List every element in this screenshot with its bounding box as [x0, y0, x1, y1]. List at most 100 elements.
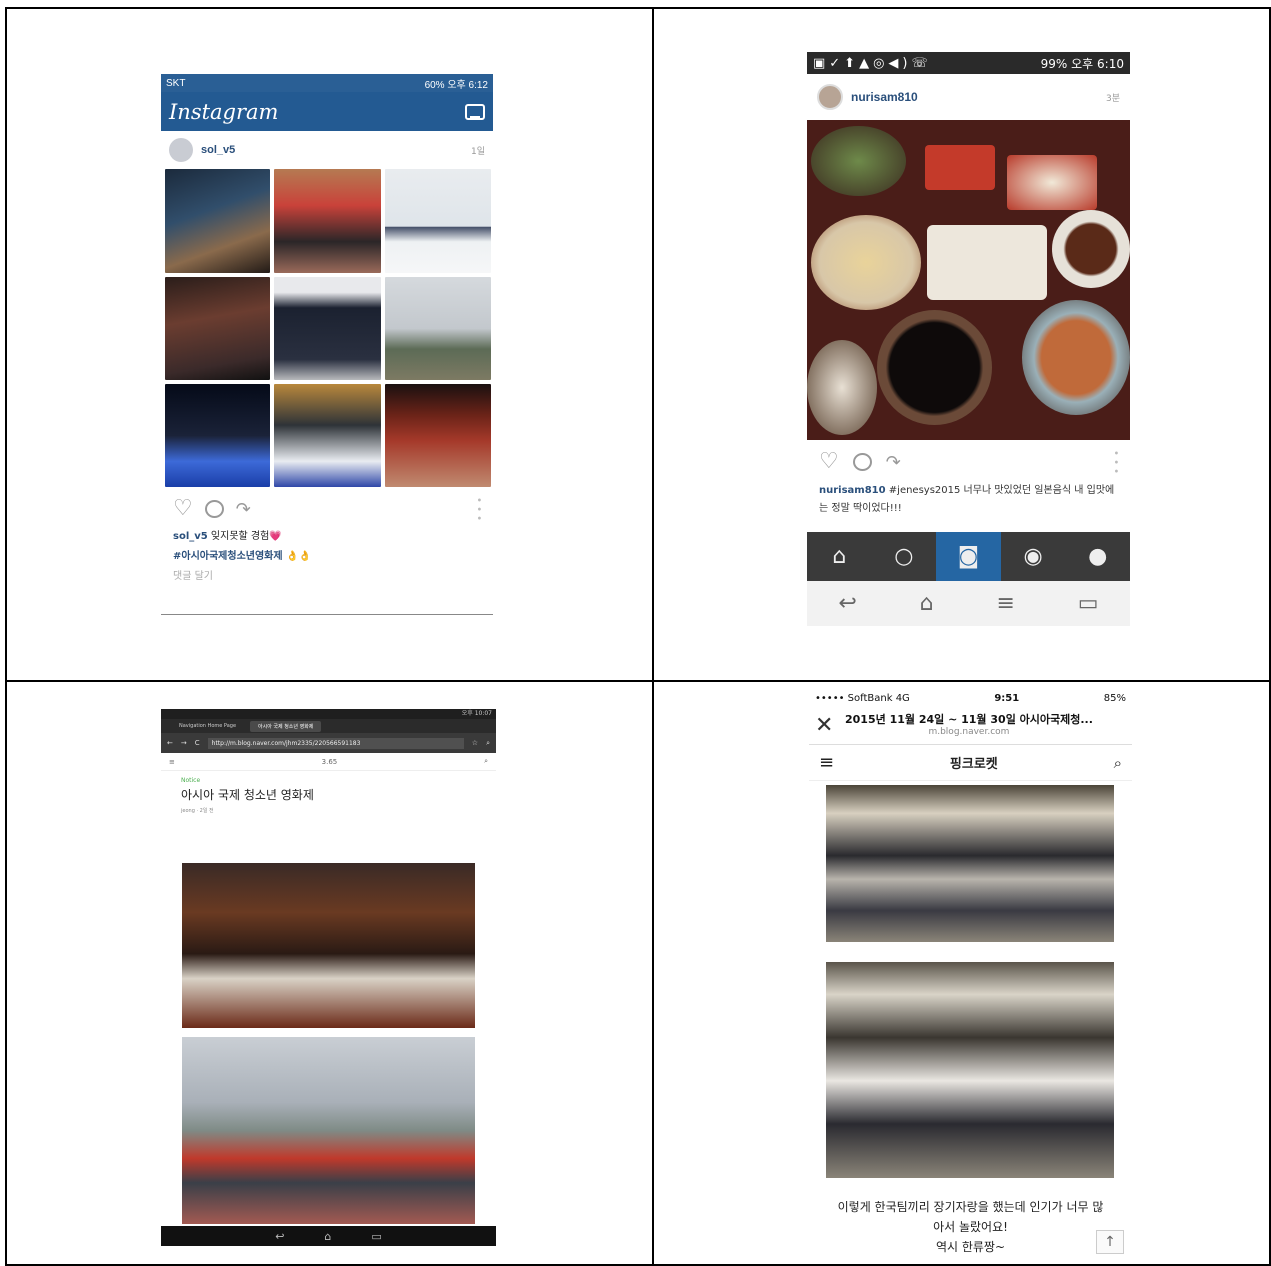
recents-icon[interactable]: ▭ — [1078, 591, 1099, 616]
close-icon[interactable]: ✕ — [815, 711, 845, 737]
share-icon[interactable]: ↷ — [886, 452, 901, 473]
photo-collage[interactable] — [161, 169, 493, 487]
post-category[interactable]: Notice — [181, 777, 496, 784]
back-icon[interactable]: ↩ — [275, 1230, 284, 1243]
food-item — [925, 145, 995, 190]
photo-tile — [385, 384, 491, 487]
back-icon[interactable]: ↩ — [838, 591, 856, 616]
post-image-food[interactable] — [182, 863, 475, 1028]
back-icon[interactable]: ← — [167, 739, 173, 747]
comment-icon[interactable] — [852, 453, 872, 472]
food-item — [811, 126, 906, 196]
menu-icon[interactable]: ≡ — [819, 752, 834, 773]
username[interactable]: nurisam810 — [851, 90, 918, 104]
tab-blog[interactable]: 아시아 국제 청소년 영화제 — [250, 720, 322, 732]
post-time: 3분 — [1105, 93, 1120, 104]
ios-browser-screen: ••••• SoftBank 4G 9:51 85% ✕ 2015년 11월 2… — [809, 689, 1132, 1260]
search-icon[interactable]: ○ — [872, 532, 937, 581]
menu-icon[interactable]: ≡ — [169, 758, 175, 766]
heart-icon[interactable]: ♡ — [819, 451, 839, 473]
page-header: ✕ 2015년 11월 24일 ~ 11월 30일 아시아국제청... m.bl… — [809, 707, 1132, 745]
post-title: 아시아 국제 청소년 영화제 — [181, 788, 314, 802]
username[interactable]: sol_v5 — [201, 144, 235, 156]
star-icon[interactable]: ☆ — [472, 739, 478, 747]
blog-name[interactable]: 핑크로켓 — [950, 753, 998, 772]
post-actions: ♡ ↷ • • • — [161, 487, 493, 527]
photo-tile — [165, 169, 270, 273]
instagram-screen-1: SKT 60% 오후 6:12 Instagram sol_v5 1일 ♡ ↷ … — [161, 74, 493, 615]
post-author: jeong · 2일 전 — [181, 808, 214, 814]
post-header: sol_v5 1일 — [161, 131, 493, 169]
status-bar: ▣✓⬆▲◎◀)☏ 99% 오후 6:10 — [807, 52, 1130, 74]
menu-icon[interactable]: ≡ — [996, 591, 1014, 616]
search-icon[interactable]: ⌕ — [1114, 754, 1122, 772]
status-icons: ▣✓⬆▲◎◀)☏ — [813, 55, 932, 71]
food-photo[interactable] — [807, 120, 1130, 440]
post-header: nurisam810 3분 — [807, 74, 1130, 120]
blog-toolbar: ≡ 3.65 ⌕ — [161, 753, 496, 771]
page-url: m.blog.naver.com — [928, 727, 1010, 737]
photo-tile — [274, 384, 381, 487]
avatar[interactable] — [817, 84, 843, 110]
food-item — [1007, 155, 1097, 210]
carrier-label: SKT — [166, 77, 186, 89]
post-image-group[interactable] — [182, 1037, 475, 1224]
post-image-gym-1[interactable] — [826, 785, 1114, 942]
home-icon[interactable]: ⌂ — [807, 532, 872, 581]
post-time: 1일 — [470, 146, 485, 157]
comment-prompt[interactable]: 댓글 달기 — [161, 567, 493, 587]
status-bar: SKT 60% 오후 6:12 — [161, 74, 493, 92]
address-bar: ← → C http://m.blog.naver.com/jhm2335/22… — [161, 733, 496, 753]
camera-icon[interactable]: ◙ — [936, 532, 1001, 581]
home-key-icon[interactable]: ⌂ — [324, 1230, 331, 1243]
food-item — [811, 215, 921, 310]
food-item — [1022, 300, 1130, 415]
browser-tabs: Navigation Home Page 아시아 국제 청소년 영화제 — [161, 719, 496, 733]
bottom-nav: ⌂ ○ ◙ ◉ ● — [807, 532, 1130, 581]
grid-divider-vertical — [652, 9, 654, 1266]
body-line: 이렇게 한국팀끼리 장기자랑을 했는데 인기가 너무 많 — [837, 1200, 1104, 1214]
food-item — [807, 340, 877, 435]
more-icon[interactable]: • • • — [1110, 450, 1121, 474]
post-image-gym-2[interactable] — [826, 962, 1114, 1178]
photo-tile — [274, 169, 381, 273]
blog-header: ≡ 핑크로켓 ⌕ — [809, 745, 1132, 781]
more-icon[interactable]: • • • — [473, 497, 484, 521]
profile-icon[interactable]: ● — [1065, 532, 1130, 581]
photo-tile — [274, 277, 381, 380]
refresh-icon[interactable]: C — [195, 739, 200, 747]
battery-label: 85% — [1103, 692, 1126, 704]
scroll-top-icon[interactable]: ↑ — [1096, 1230, 1124, 1254]
app-logo: Instagram — [169, 99, 279, 124]
home-key-icon[interactable]: ⌂ — [920, 591, 934, 616]
caption-username[interactable]: nurisam810 — [819, 485, 886, 496]
caption-hashtag[interactable]: #아시아국제청소년영화제 👌👌 — [161, 547, 493, 567]
status-right: 99% 오후 6:10 — [1040, 56, 1124, 71]
instagram-screen-2: ▣✓⬆▲◎◀)☏ 99% 오후 6:10 nurisam810 3분 ♡ ↷ •… — [807, 52, 1130, 626]
avatar[interactable] — [169, 138, 193, 162]
photo-tile — [165, 384, 270, 487]
url-field[interactable]: http://m.blog.naver.com/jhm2335/22056659… — [207, 737, 464, 749]
search-icon[interactable]: ⌕ — [486, 739, 490, 748]
body-line: 역시 한류짱~ — [935, 1240, 1006, 1254]
caption-text: 잊지못할 경험💗 — [210, 531, 282, 543]
status-bar: 오후 10:07 — [161, 709, 496, 719]
recents-icon[interactable]: ▭ — [371, 1230, 381, 1243]
browser-screen: 오후 10:07 Navigation Home Page 아시아 국제 청소년… — [161, 709, 496, 1246]
food-item — [927, 225, 1047, 300]
status-right: 60% 오후 6:12 — [424, 79, 488, 91]
system-nav: ↩ ⌂ ▭ — [161, 1226, 496, 1246]
tab-home[interactable]: Navigation Home Page — [171, 721, 244, 731]
post-body: 이렇게 한국팀끼리 장기자랑을 했는데 인기가 너무 많 아서 놀랐어요! 역시… — [809, 1197, 1132, 1257]
comment-icon[interactable] — [204, 500, 224, 519]
food-item — [1052, 210, 1130, 288]
caption-username[interactable]: sol_v5 — [173, 531, 208, 542]
heart-icon[interactable]: ♡ — [173, 498, 193, 520]
body-line: 아서 놀랐어요! — [933, 1220, 1008, 1234]
search-icon[interactable]: ⌕ — [484, 757, 488, 766]
photo-tile — [385, 169, 491, 273]
inbox-icon[interactable] — [465, 103, 485, 120]
forward-icon[interactable]: → — [181, 739, 187, 747]
activity-icon[interactable]: ◉ — [1001, 532, 1066, 581]
share-icon[interactable]: ↷ — [236, 499, 251, 520]
